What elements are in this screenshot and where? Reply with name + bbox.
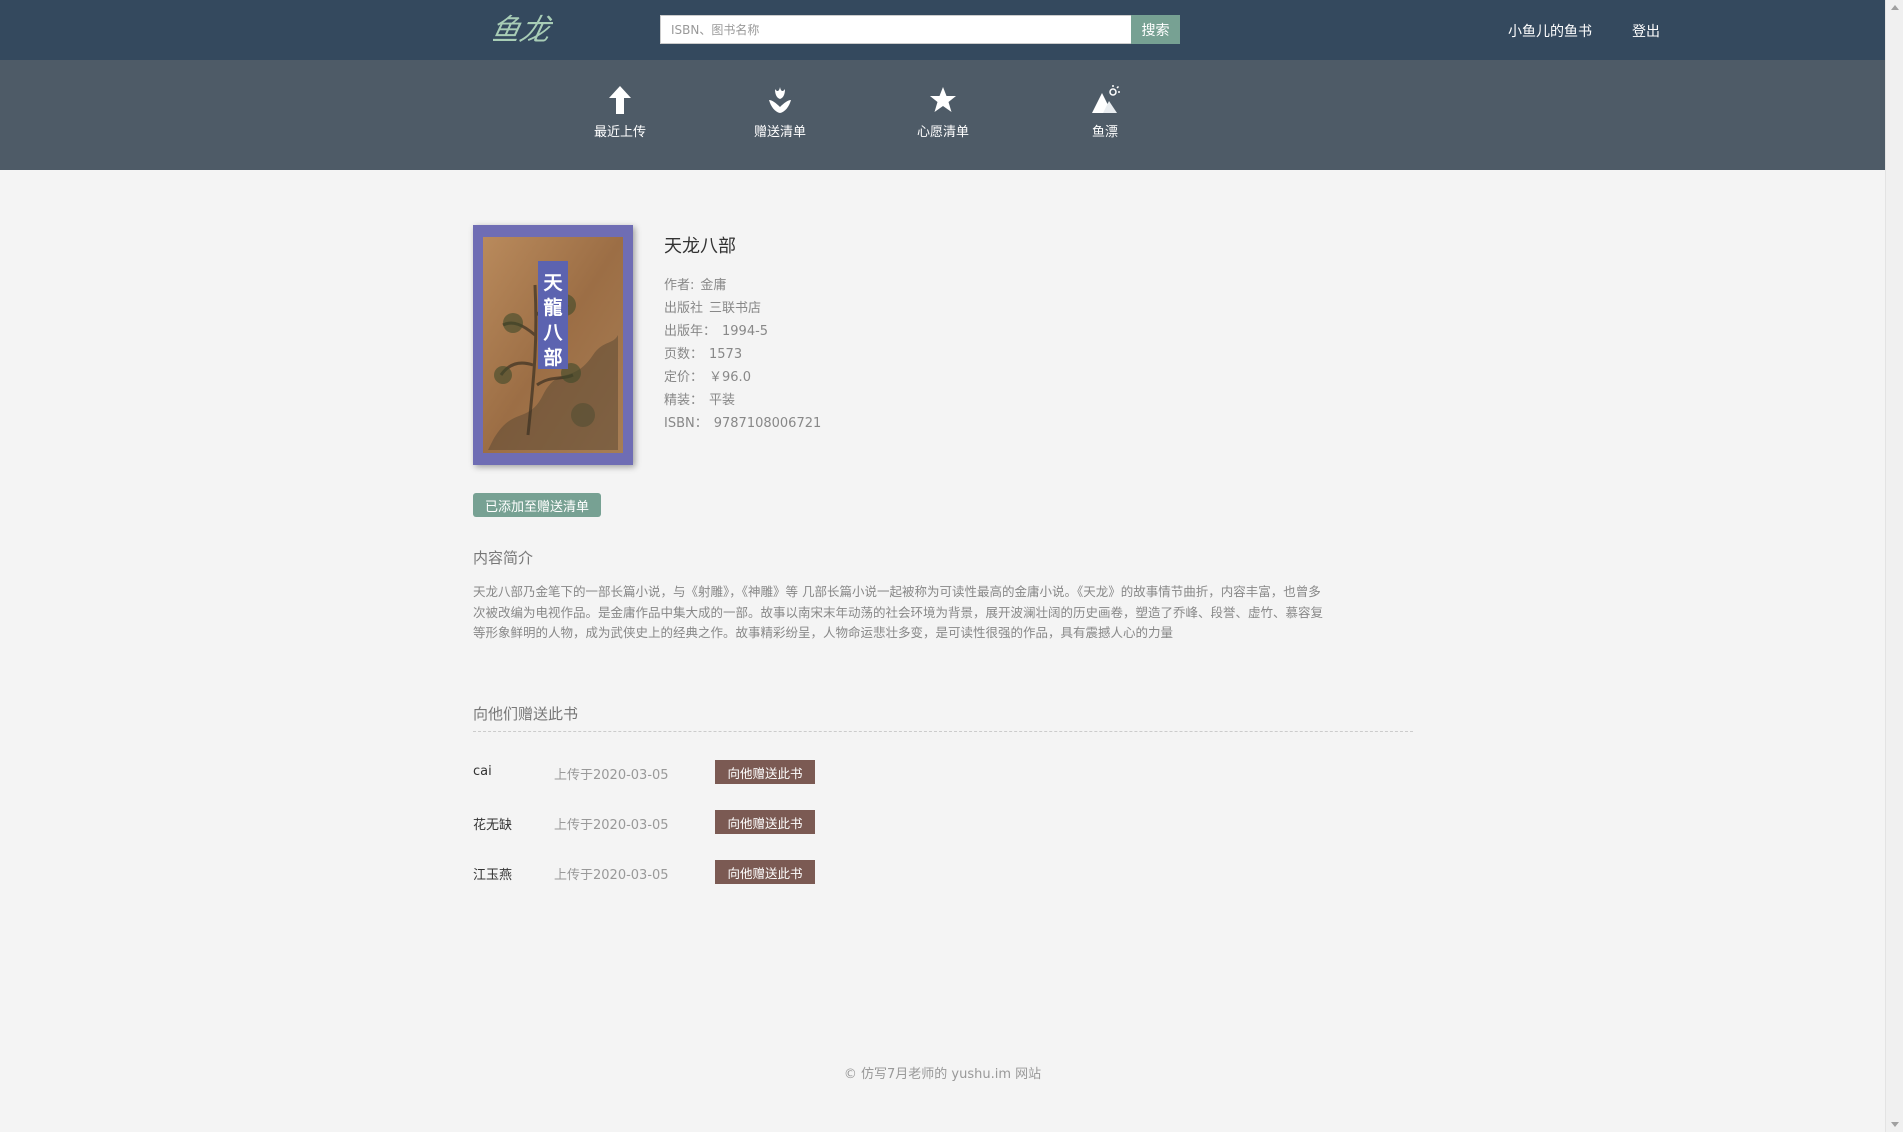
meta-value: 9787108006721 (713, 416, 822, 431)
meta-label: 出版社 (664, 301, 704, 316)
menu-item-label: 鱼漂 (1091, 125, 1118, 140)
meta-label: ISBN： (664, 416, 708, 431)
main-menu-bar: 最近上传 赠送清单 心愿清单 鱼漂 (0, 60, 1885, 170)
menu-item-label: 赠送清单 (753, 125, 806, 140)
giver-row: 江玉燕 上传于2020-03-05 向他赠送此书 (473, 860, 873, 884)
book-summary: 天龙八部乃金笔下的一部长篇小说，与《射雕》，《神雕》等 几部长篇小说一起被称为可… (473, 584, 1324, 640)
menu-item-label: 最近上传 (593, 125, 646, 140)
mountain-icon (1092, 85, 1120, 113)
scroll-up-arrow-icon[interactable] (1891, 5, 1899, 10)
cover-char-2: 龍 (543, 296, 562, 319)
star-icon (930, 87, 956, 112)
meta-author: 作者: 金庸 (664, 278, 726, 294)
upload-arrow-icon (609, 86, 631, 114)
giver-upload-date: 上传于2020-03-05 (554, 868, 669, 883)
search-input[interactable] (660, 15, 1132, 44)
cover-char-4: 部 (543, 346, 562, 369)
meta-pages: 页数： 1573 (664, 347, 742, 363)
meta-isbn: ISBN： 9787108006721 (664, 416, 821, 432)
meta-pubdate: 出版年： 1994-5 (664, 324, 768, 340)
meta-label: 定价： (664, 370, 704, 385)
cover-char-1: 天 (543, 272, 563, 294)
summary-heading: 内容简介 (473, 549, 534, 567)
meta-label: 作者: (664, 278, 695, 293)
givers-heading: 向他们赠送此书 (473, 705, 579, 723)
user-giftbook-link[interactable]: 小鱼儿的鱼书 (1508, 21, 1592, 41)
meta-label: 精装： (664, 393, 704, 408)
added-to-gift-list-button[interactable]: 已添加至赠送清单 (473, 493, 601, 517)
search-button[interactable]: 搜索 (1131, 15, 1180, 44)
menu-item-recent-uploads[interactable]: 最近上传 (565, 85, 675, 140)
meta-price: 定价： ￥96.0 (664, 370, 751, 386)
meta-binding: 精装： 平装 (664, 393, 735, 409)
book-title: 天龙八部 (664, 236, 736, 257)
meta-value: 三联书店 (709, 301, 762, 316)
send-gift-button[interactable]: 向他赠送此书 (715, 760, 815, 784)
yushu-logo[interactable]: 鱼龙 (493, 8, 553, 50)
scroll-down-arrow-icon[interactable] (1891, 1122, 1899, 1127)
giver-name: 花无缺 (473, 818, 513, 833)
section-divider (473, 731, 1413, 732)
giver-upload-date: 上传于2020-03-05 (554, 818, 669, 833)
menu-item-gift-list[interactable]: 赠送清单 (725, 85, 835, 140)
meta-value: 1573 (709, 347, 743, 362)
meta-value: 1994-5 (722, 324, 769, 339)
meta-value: ￥96.0 (709, 370, 751, 385)
vertical-scrollbar[interactable] (1885, 0, 1903, 1132)
top-navbar: 鱼龙 搜索 小鱼儿的鱼书 登出 (0, 0, 1885, 60)
meta-label: 出版年： (664, 324, 717, 339)
gift-flower-icon (769, 87, 791, 113)
giver-row: cai 上传于2020-03-05 向他赠送此书 (473, 760, 873, 784)
menu-item-yupiao[interactable]: 鱼漂 (1050, 85, 1160, 140)
giver-row: 花无缺 上传于2020-03-05 向他赠送此书 (473, 810, 873, 834)
send-gift-button[interactable]: 向他赠送此书 (715, 810, 815, 834)
book-cover-image: 天 龍 八 部 (473, 225, 633, 465)
giver-upload-date: 上传于2020-03-05 (554, 768, 669, 783)
meta-value: 金庸 (700, 278, 727, 293)
menu-item-label: 心愿清单 (916, 125, 969, 140)
logout-link[interactable]: 登出 (1632, 21, 1660, 41)
meta-publisher: 出版社 三联书店 (664, 301, 761, 317)
menu-item-wish-list[interactable]: 心愿清单 (888, 85, 998, 140)
cover-char-3: 八 (543, 322, 563, 344)
footer-copyright: © 仿写7月老师的 yushu.im 网站 (843, 1067, 1042, 1082)
send-gift-button[interactable]: 向他赠送此书 (715, 860, 815, 884)
giver-name: cai (473, 764, 492, 779)
meta-label: 页数： (664, 347, 704, 362)
meta-value: 平装 (709, 393, 736, 408)
giver-name: 江玉燕 (473, 868, 513, 883)
logo-text: 鱼龙 (493, 13, 553, 48)
